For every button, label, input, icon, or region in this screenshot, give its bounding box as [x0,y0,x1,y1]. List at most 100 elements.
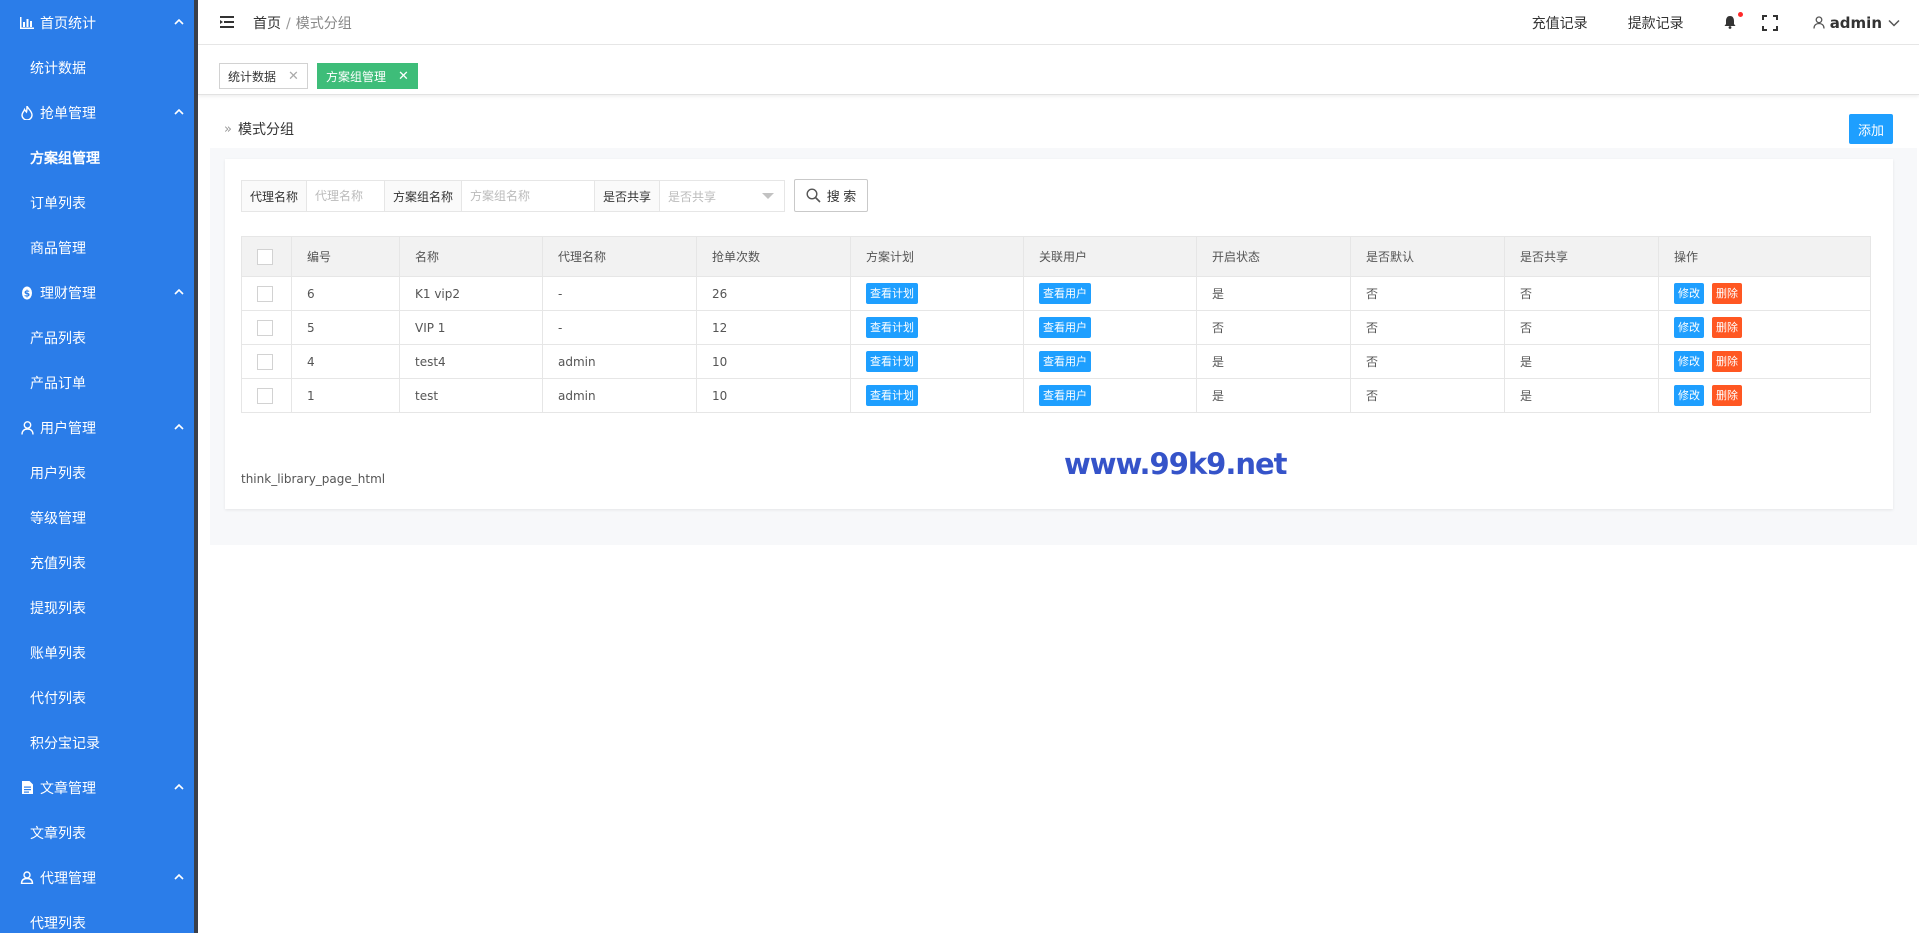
select-all-checkbox[interactable] [257,248,273,265]
view-plan-button[interactable]: 查看计划 [866,317,918,338]
chevron-up-icon [174,783,184,790]
recharge-records-link[interactable]: 充值记录 [1532,13,1588,33]
sidebar-item-agent-list[interactable]: 代理列表 [0,900,198,933]
chevron-up-icon [174,108,184,115]
sidebar-group-label: 抢单管理 [40,105,96,122]
tab-scheme-groups[interactable]: 方案组管理 ✕ [317,63,418,89]
row-select-cell [241,276,292,311]
sidebar-item-user-list[interactable]: 用户列表 [0,450,198,495]
share-select-placeholder: 是否共享 [668,189,717,204]
sidebar-item-payout-list[interactable]: 代付列表 [0,675,198,720]
cell-users: 查看用户 [1023,378,1197,413]
col-name: 名称 [399,236,543,277]
menu-toggle-icon[interactable] [220,15,234,29]
close-icon[interactable]: ✕ [398,69,409,84]
cell-grab-count: 10 [696,344,851,379]
page-title-text: 模式分组 [237,122,294,138]
svg-text:$: $ [24,289,30,299]
row-checkbox[interactable] [257,387,273,404]
cell-name: VIP 1 [399,310,543,345]
sidebar-group-users[interactable]: 用户管理 [0,405,198,450]
sidebar-item-levels[interactable]: 等级管理 [0,495,198,540]
view-plan-button[interactable]: 查看计划 [866,385,918,406]
col-linked-users: 关联用户 [1023,236,1197,277]
view-users-button[interactable]: 查看用户 [1039,317,1091,338]
share-select[interactable]: 是否共享 [660,181,784,211]
sidebar-item-scheme-groups[interactable]: 方案组管理 [0,135,198,180]
row-select-cell [241,344,292,379]
cell-is-default: 否 [1350,310,1505,345]
sidebar-item-article-list[interactable]: 文章列表 [0,810,198,855]
sidebar-group-finance[interactable]: $ 理财管理 [0,270,198,315]
cell-users: 查看用户 [1023,310,1197,345]
delete-button[interactable]: 删除 [1712,317,1742,338]
breadcrumb-home[interactable]: 首页 [253,16,281,32]
group-name-input[interactable] [462,181,599,211]
edit-button[interactable]: 修改 [1674,283,1704,304]
cell-users: 查看用户 [1023,344,1197,379]
row-checkbox[interactable] [257,353,273,370]
sidebar-group-orders[interactable]: 抢单管理 [0,90,198,135]
group-name-filter: 方案组名称 [384,180,600,212]
view-plan-button[interactable]: 查看计划 [866,351,918,372]
cell-is-default: 否 [1350,276,1505,311]
sidebar-group-agents[interactable]: 代理管理 [0,855,198,900]
cell-id: 1 [291,378,400,413]
add-button[interactable]: 添加 [1849,114,1893,144]
sidebar-group-articles[interactable]: 文章管理 [0,765,198,810]
user-menu[interactable]: admin [1813,14,1905,32]
scheme-group-table: 编号 名称 代理名称 抢单次数 方案计划 关联用户 开启状态 是否默认 是否共享… [241,236,1871,413]
tab-stats-data[interactable]: 统计数据 ✕ [219,63,308,89]
view-users-button[interactable]: 查看用户 [1039,385,1091,406]
sidebar-group-label: 用户管理 [40,420,96,437]
view-plan-button[interactable]: 查看计划 [866,283,918,304]
sidebar-group-stats[interactable]: 首页统计 [0,0,198,45]
cell-is-shared: 否 [1504,276,1659,311]
table-header-row: 编号 名称 代理名称 抢单次数 方案计划 关联用户 开启状态 是否默认 是否共享… [241,236,1871,277]
search-button[interactable]: 搜 索 [794,179,868,212]
sidebar-item-recharge-list[interactable]: 充值列表 [0,540,198,585]
user-icon [19,420,35,435]
chevron-up-icon [174,873,184,880]
col-is-default: 是否默认 [1350,236,1505,277]
sidebar-item-product-list[interactable]: 产品列表 [0,315,198,360]
cell-id: 5 [291,310,400,345]
view-users-button[interactable]: 查看用户 [1039,283,1091,304]
row-checkbox[interactable] [257,285,273,302]
bell-icon[interactable] [1724,11,1743,31]
sidebar-item-product-orders[interactable]: 产品订单 [0,360,198,405]
chevron-up-icon [174,288,184,295]
delete-button[interactable]: 删除 [1712,351,1742,372]
cell-name: test [399,378,543,413]
sidebar-item-order-list[interactable]: 订单列表 [0,180,198,225]
row-select-cell [241,378,292,413]
cell-open-status: 否 [1196,310,1351,345]
edit-button[interactable]: 修改 [1674,351,1704,372]
sidebar-item-label: 产品列表 [30,330,86,347]
sidebar-item-label: 积分宝记录 [30,735,100,752]
edit-button[interactable]: 修改 [1674,385,1704,406]
sidebar-item-bill-list[interactable]: 账单列表 [0,630,198,675]
cell-plan: 查看计划 [850,344,1024,379]
breadcrumb: 首页 / 模式分组 [253,13,352,33]
cell-open-status: 是 [1196,378,1351,413]
sidebar-item-label: 产品订单 [30,375,86,392]
tab-label: 统计数据 [228,69,277,84]
edit-button[interactable]: 修改 [1674,317,1704,338]
fullscreen-icon[interactable] [1761,14,1778,31]
sidebar-item-stats-data[interactable]: 统计数据 [0,45,198,90]
row-checkbox[interactable] [257,319,273,336]
delete-button[interactable]: 删除 [1712,385,1742,406]
search-button-label: 搜 索 [826,189,857,204]
sidebar-item-products[interactable]: 商品管理 [0,225,198,270]
delete-button[interactable]: 删除 [1712,283,1742,304]
agent-name-filter: 代理名称 [241,180,408,212]
withdraw-records-link[interactable]: 提款记录 [1628,13,1684,33]
close-icon[interactable]: ✕ [288,69,299,84]
sidebar-item-points-records[interactable]: 积分宝记录 [0,720,198,765]
view-users-button[interactable]: 查看用户 [1039,351,1091,372]
sidebar-item-withdraw-list[interactable]: 提现列表 [0,585,198,630]
sidebar-item-label: 方案组管理 [30,150,100,167]
sidebar-item-label: 提现列表 [30,600,86,617]
bar-chart-icon [19,16,35,29]
